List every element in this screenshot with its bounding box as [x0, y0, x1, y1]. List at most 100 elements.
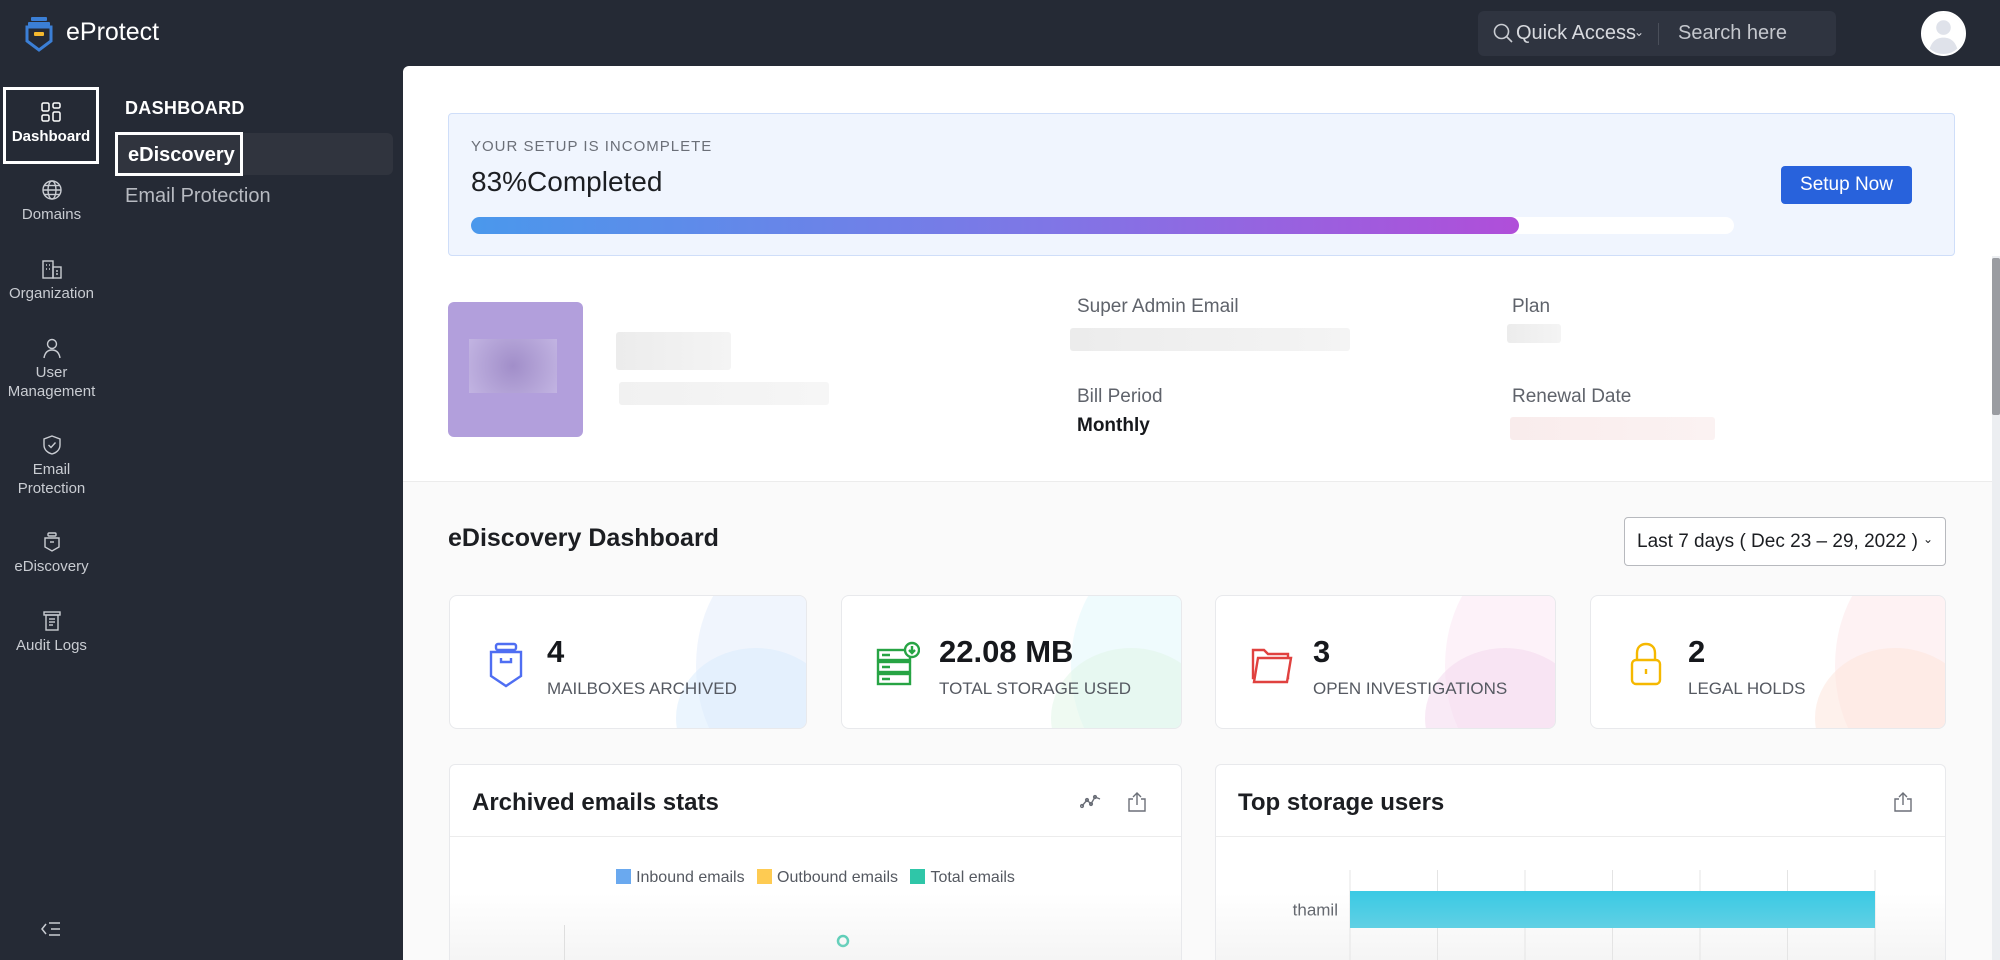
stat-label: OPEN INVESTIGATIONS [1313, 679, 1508, 698]
building-icon [41, 260, 62, 279]
scrollbar-thumb[interactable] [1992, 258, 2000, 415]
legend-swatch [616, 869, 632, 884]
subnav-item-email-protection[interactable]: Email Protection [125, 185, 271, 208]
rail-item-label: Audit Logs [16, 637, 87, 654]
chevron-down-icon: ⌄ [1922, 532, 1933, 546]
line-chart-toggle-icon[interactable] [1080, 791, 1102, 813]
stat-card-legal-holds[interactable]: 2 LEGAL HOLDS [1590, 595, 1946, 729]
setup-progress-fill [471, 217, 1520, 234]
stat-value: 22.08 MB [939, 634, 1074, 669]
rail-item-email-protection[interactable]: Email Protection [0, 434, 103, 498]
search-input[interactable] [1678, 11, 1828, 56]
rail-item-label: User Management [7, 364, 96, 400]
ediscovery-dashboard: eDiscovery Dashboard Last 7 days ( Dec 2… [403, 481, 1992, 960]
date-range-value: Last 7 days ( Dec 23 – 29, 2022 ) [1637, 531, 1918, 552]
bill-period-label: Bill Period [1077, 386, 1163, 407]
rail-item-organization[interactable]: Organization [0, 258, 103, 303]
user-icon [42, 338, 61, 359]
top-bar: eProtect Quick Access ⌄ [0, 0, 2000, 66]
icon-rail: Dashboard Domains Organization User Mana… [0, 66, 103, 960]
rail-item-dashboard[interactable]: Dashboard [3, 87, 99, 164]
legend-swatch [910, 869, 926, 884]
chart-y-axis [564, 925, 565, 960]
storage-bar-thamil[interactable] [1350, 891, 1875, 928]
rail-item-audit-logs[interactable]: Audit Logs [0, 610, 103, 655]
organization-subtitle-redacted [619, 382, 829, 405]
dashboard-grid-icon [41, 102, 61, 122]
renewal-date-redacted [1510, 417, 1715, 440]
rail-item-ediscovery[interactable]: eDiscovery [0, 531, 103, 576]
dashboard-title: eDiscovery Dashboard [448, 524, 719, 552]
archive-box-icon [43, 532, 60, 552]
lock-icon [1630, 642, 1662, 686]
panel-title: Archived emails stats [472, 789, 719, 816]
panel-title: Top storage users [1238, 789, 1445, 816]
organization-name-redacted [616, 332, 731, 370]
bill-period-value: Monthly [1077, 415, 1150, 436]
stat-label: TOTAL STORAGE USED [939, 679, 1132, 698]
setup-banner: YOUR SETUP IS INCOMPLETE 83%Completed Se… [448, 113, 1955, 256]
legend-label: Total emails [930, 869, 1015, 886]
super-admin-email-redacted [1070, 328, 1350, 351]
archived-emails-stats-panel: Archived emails stats Inbound emails Out… [449, 764, 1182, 960]
panel-divider [450, 836, 1181, 837]
legend-item-inbound[interactable]: Inbound emails [616, 869, 745, 887]
plan-value-redacted [1507, 324, 1561, 343]
rail-item-label: Email Protection [17, 461, 86, 497]
user-avatar[interactable] [1921, 11, 1966, 56]
stat-card-open-investigations[interactable]: 3 OPEN INVESTIGATIONS [1215, 595, 1556, 729]
legend-item-total[interactable]: Total emails [910, 869, 1015, 887]
subnav-item-ediscovery[interactable]: eDiscovery [115, 132, 243, 176]
quick-access-search: Quick Access ⌄ [1478, 11, 1836, 56]
stat-value: 3 [1313, 634, 1331, 669]
eprotect-shield-logo-icon [25, 17, 53, 52]
legend-label: Outbound emails [777, 869, 898, 886]
plan-label: Plan [1512, 296, 1551, 317]
stat-card-total-storage[interactable]: 22.08 MB TOTAL STORAGE USED [841, 595, 1182, 729]
rail-item-label: Organization [8, 285, 95, 302]
search-icon [1493, 23, 1513, 43]
total-emails-data-point[interactable] [835, 933, 851, 949]
export-share-icon[interactable] [1892, 791, 1914, 813]
top-storage-bar-chart: thamil [1293, 870, 1876, 960]
divider [1658, 23, 1659, 45]
document-log-icon [42, 611, 61, 631]
legend-swatch [757, 869, 773, 884]
main-content: YOUR SETUP IS INCOMPLETE 83%Completed Se… [403, 66, 2000, 960]
stat-value: 4 [547, 634, 565, 669]
setup-percent-text: 83%Completed [471, 166, 663, 197]
folder-icon [1251, 648, 1293, 684]
quick-access-dropdown[interactable]: Quick Access [1516, 22, 1636, 45]
fade-overlay [450, 893, 1181, 960]
rail-item-user-management[interactable]: User Management [0, 337, 103, 401]
legend-item-outbound[interactable]: Outbound emails [757, 869, 898, 887]
rail-item-label: eDiscovery [14, 558, 89, 575]
export-share-icon[interactable] [1126, 791, 1148, 813]
top-storage-users-panel: Top storage users thamil [1215, 764, 1946, 960]
server-storage-icon [876, 641, 920, 686]
globe-icon [41, 180, 62, 200]
super-admin-email-label: Super Admin Email [1077, 296, 1239, 317]
organization-logo-blurred [469, 339, 557, 393]
stat-label: LEGAL HOLDS [1688, 679, 1806, 698]
mailbox-archive-icon [489, 642, 523, 688]
app-title: eProtect [66, 18, 160, 46]
stat-value: 2 [1688, 634, 1706, 669]
legend-label: Inbound emails [636, 869, 745, 886]
collapse-menu-icon[interactable] [40, 920, 62, 938]
setup-kicker: YOUR SETUP IS INCOMPLETE [471, 138, 713, 155]
shield-check-icon [42, 435, 61, 455]
setup-now-button[interactable]: Setup Now [1781, 166, 1912, 204]
stat-card-mailboxes-archived[interactable]: 4 MAILBOXES ARCHIVED [449, 595, 807, 729]
user-avatar-icon [1923, 13, 1964, 54]
sub-navigation: DASHBOARD eDiscovery Email Protection [103, 66, 403, 960]
renewal-date-label: Renewal Date [1512, 386, 1632, 407]
chevron-down-icon[interactable]: ⌄ [1634, 25, 1644, 39]
rail-item-domains[interactable]: Domains [0, 179, 103, 224]
date-range-select[interactable]: Last 7 days ( Dec 23 – 29, 2022 ) ⌄ [1624, 517, 1946, 566]
rail-item-label: Domains [21, 206, 82, 223]
organization-logo [448, 302, 583, 437]
chart-legend: Inbound emails Outbound emails Total ema… [450, 869, 1181, 887]
subnav-heading: DASHBOARD [125, 98, 245, 118]
setup-progress-bar [471, 217, 1734, 234]
